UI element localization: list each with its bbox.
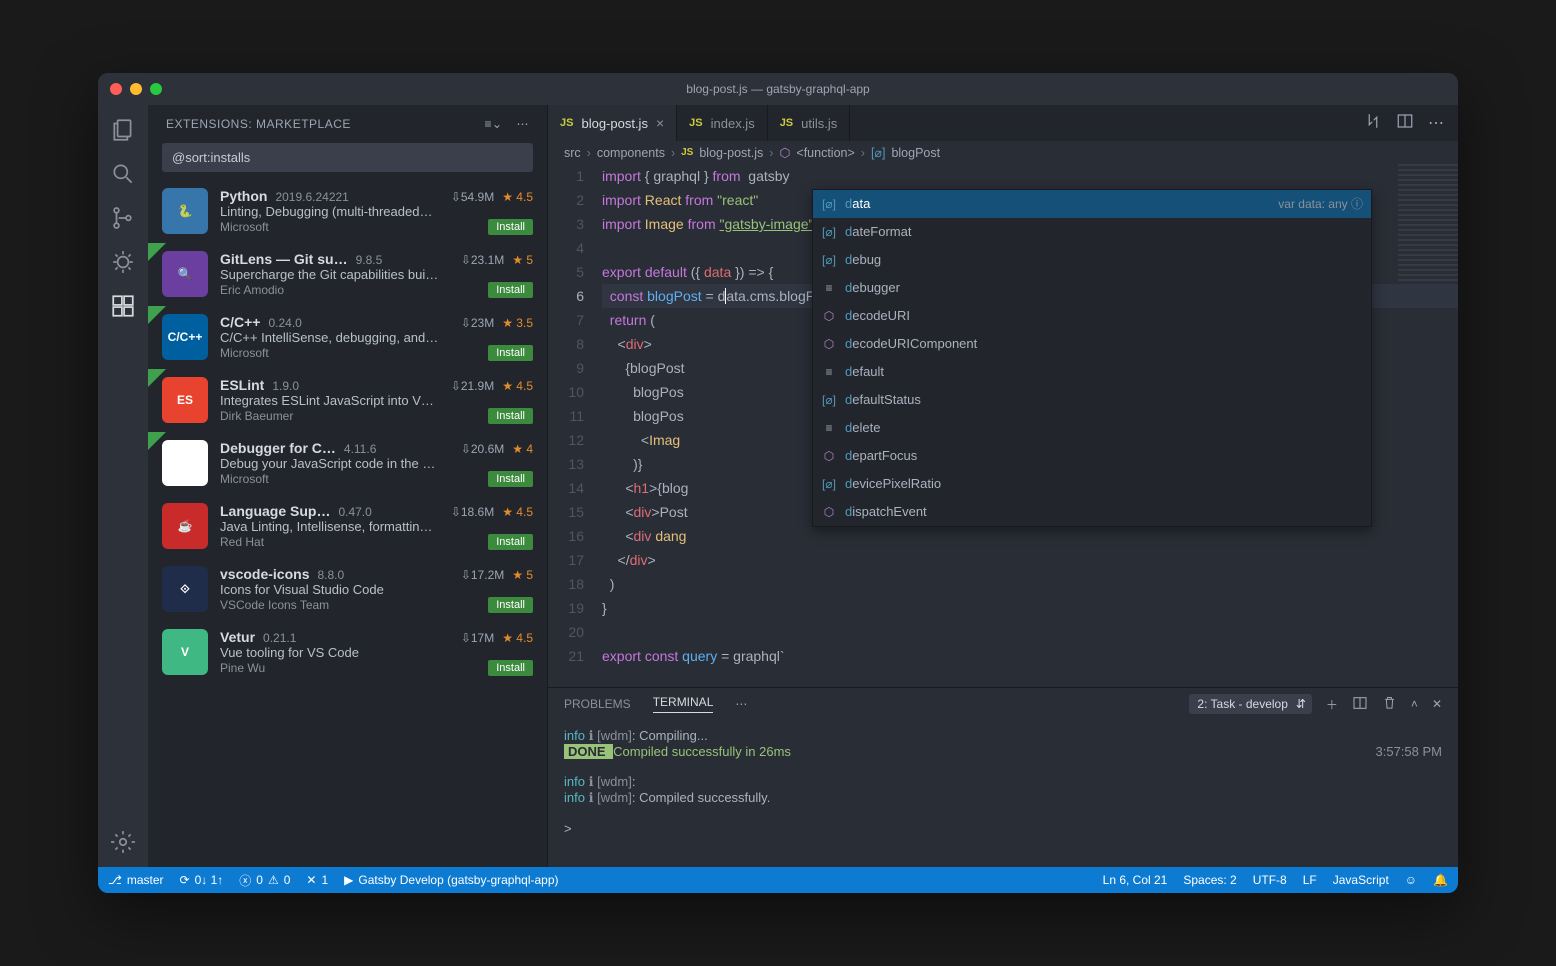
extension-list: 🐍 Python2019.6.24221 ⇩54.9M★ 4.5 Linting… <box>148 180 547 867</box>
task-indicator[interactable]: ▶Gatsby Develop (gatsby-graphql-app) <box>344 873 558 887</box>
extension-item[interactable]: V Vetur0.21.1 ⇩17M★ 4.5 Vue tooling for … <box>148 621 547 684</box>
terminal-output[interactable]: info ℹ [wdm]: Compiling... DONE Compiled… <box>548 720 1458 867</box>
extension-item[interactable]: 🔍 GitLens — Git su…9.8.5 ⇩23.1M★ 5 Super… <box>148 243 547 306</box>
install-button[interactable]: Install <box>488 282 533 298</box>
extension-item[interactable]: ☕ Language Sup…0.47.0 ⇩18.6M★ 4.5 Java L… <box>148 495 547 558</box>
settings-gear-icon[interactable] <box>110 829 136 855</box>
tab-bar: JSblog-post.js× JSindex.js JSutils.js ⋯ <box>548 105 1458 141</box>
new-terminal-icon[interactable]: ＋ <box>1326 696 1338 713</box>
language-mode[interactable]: JavaScript <box>1333 873 1389 887</box>
errors-indicator[interactable]: ⓧ0 ⚠0 <box>239 872 290 889</box>
suggest-item[interactable]: ⬡dispatchEvent <box>813 498 1371 526</box>
extension-item[interactable]: ES ESLint1.9.0 ⇩21.9M★ 4.5 Integrates ES… <box>148 369 547 432</box>
activity-bar <box>98 105 148 867</box>
close-window[interactable] <box>110 83 122 95</box>
suggest-item[interactable]: ⬡departFocus <box>813 442 1371 470</box>
suggest-item[interactable]: [⌀]data var data: any ⓘ <box>813 190 1371 218</box>
search-icon[interactable] <box>110 161 136 187</box>
minimize-window[interactable] <box>130 83 142 95</box>
editor-tab[interactable]: JSutils.js <box>768 105 851 141</box>
extension-icon: ☕ <box>162 503 208 549</box>
suggest-item[interactable]: [⌀]dateFormat <box>813 218 1371 246</box>
editor[interactable]: 123456789101112131415161718192021 import… <box>548 164 1458 687</box>
bookmark-icon <box>148 243 166 261</box>
encoding[interactable]: UTF-8 <box>1253 873 1287 887</box>
titlebar: blog-post.js — gatsby-graphql-app <box>98 73 1458 105</box>
close-panel-icon[interactable]: ✕ <box>1432 697 1442 711</box>
suggest-item[interactable]: [⌀]defaultStatus <box>813 386 1371 414</box>
sidebar-title: EXTENSIONS: MARKETPLACE <box>166 117 351 131</box>
more-icon[interactable]: ⋯ <box>517 117 530 131</box>
extension-item[interactable]: ⟐ vscode-icons8.8.0 ⇩17.2M★ 5 Icons for … <box>148 558 547 621</box>
bell-icon[interactable]: 🔔 <box>1433 873 1448 887</box>
eol[interactable]: LF <box>1303 873 1317 887</box>
compare-icon[interactable] <box>1364 112 1382 135</box>
install-button[interactable]: Install <box>488 219 533 235</box>
suggest-item[interactable]: [⌀]debug <box>813 246 1371 274</box>
main: JSblog-post.js× JSindex.js JSutils.js ⋯ … <box>548 105 1458 867</box>
status-bar: ⎇master ⟳0↓ 1↑ ⓧ0 ⚠0 ✕1 ▶Gatsby Develop … <box>98 867 1458 893</box>
source-control-icon[interactable] <box>110 205 136 231</box>
install-button[interactable]: Install <box>488 345 533 361</box>
suggest-item[interactable]: [⌀]devicePixelRatio <box>813 470 1371 498</box>
extension-item[interactable]: 🐍 Python2019.6.24221 ⇩54.9M★ 4.5 Linting… <box>148 180 547 243</box>
build-indicator[interactable]: ✕1 <box>306 873 328 887</box>
traffic-lights <box>110 83 162 95</box>
extension-search[interactable]: @sort:installs <box>162 143 533 172</box>
panel: PROBLEMS TERMINAL ⋯ 2: Task - develop ＋ … <box>548 687 1458 867</box>
sidebar: EXTENSIONS: MARKETPLACE ≡⌄ ⋯ @sort:insta… <box>148 105 548 867</box>
panel-more-icon[interactable]: ⋯ <box>735 697 747 711</box>
kill-terminal-icon[interactable] <box>1382 695 1397 713</box>
indentation[interactable]: Spaces: 2 <box>1183 873 1236 887</box>
install-button[interactable]: Install <box>488 408 533 424</box>
bookmark-icon <box>148 369 166 387</box>
sidebar-header: EXTENSIONS: MARKETPLACE ≡⌄ ⋯ <box>148 105 547 139</box>
maximize-panel-icon[interactable]: ˄ <box>1411 697 1418 711</box>
extension-icon: 🔍 <box>162 251 208 297</box>
split-editor-icon[interactable] <box>1396 112 1414 135</box>
terminal-tab[interactable]: TERMINAL <box>653 695 714 713</box>
extensions-icon[interactable] <box>110 293 136 319</box>
sync-indicator[interactable]: ⟳0↓ 1↑ <box>180 873 224 887</box>
suggest-item[interactable]: ⬡decodeURI <box>813 302 1371 330</box>
extension-icon: C/C++ <box>162 314 208 360</box>
branch-indicator[interactable]: ⎇master <box>108 873 164 887</box>
install-button[interactable]: Install <box>488 597 533 613</box>
more-actions-icon[interactable]: ⋯ <box>1428 113 1444 133</box>
close-tab-icon[interactable]: × <box>656 115 664 131</box>
breadcrumbs[interactable]: src› components› JSblog-post.js› ⬡<funct… <box>548 141 1458 164</box>
cursor-position[interactable]: Ln 6, Col 21 <box>1103 873 1168 887</box>
install-button[interactable]: Install <box>488 660 533 676</box>
suggest-item[interactable]: ≡debugger <box>813 274 1371 302</box>
intellisense-popup[interactable]: [⌀]data var data: any ⓘ [⌀]dateFormat [⌀… <box>812 189 1372 527</box>
extension-icon: ⟐ <box>162 566 208 612</box>
split-terminal-icon[interactable] <box>1352 695 1368 714</box>
editor-tab[interactable]: JSindex.js <box>677 105 768 141</box>
terminal-select[interactable]: 2: Task - develop <box>1189 694 1312 714</box>
suggest-item[interactable]: ≡delete <box>813 414 1371 442</box>
filter-icon[interactable]: ≡⌄ <box>484 117 502 131</box>
editor-tab[interactable]: JSblog-post.js× <box>548 105 677 141</box>
bookmark-icon <box>148 306 166 324</box>
extension-item[interactable]: C/C++ C/C++0.24.0 ⇩23M★ 3.5 C/C++ Intell… <box>148 306 547 369</box>
extension-icon: ◉ <box>162 440 208 486</box>
files-icon[interactable] <box>110 117 136 143</box>
suggest-item[interactable]: ⬡decodeURIComponent <box>813 330 1371 358</box>
suggest-item[interactable]: ≡default <box>813 358 1371 386</box>
install-button[interactable]: Install <box>488 471 533 487</box>
extension-item[interactable]: ◉ Debugger for C…4.11.6 ⇩20.6M★ 4 Debug … <box>148 432 547 495</box>
install-button[interactable]: Install <box>488 534 533 550</box>
maximize-window[interactable] <box>150 83 162 95</box>
debug-icon[interactable] <box>110 249 136 275</box>
feedback-icon[interactable]: ☺ <box>1405 873 1417 887</box>
bookmark-icon <box>148 432 166 450</box>
problems-tab[interactable]: PROBLEMS <box>564 697 631 711</box>
window-title: blog-post.js — gatsby-graphql-app <box>686 82 869 96</box>
minimap[interactable] <box>1398 164 1458 284</box>
extension-icon: V <box>162 629 208 675</box>
window: blog-post.js — gatsby-graphql-app EXTENS… <box>98 73 1458 893</box>
extension-icon: 🐍 <box>162 188 208 234</box>
extension-icon: ES <box>162 377 208 423</box>
